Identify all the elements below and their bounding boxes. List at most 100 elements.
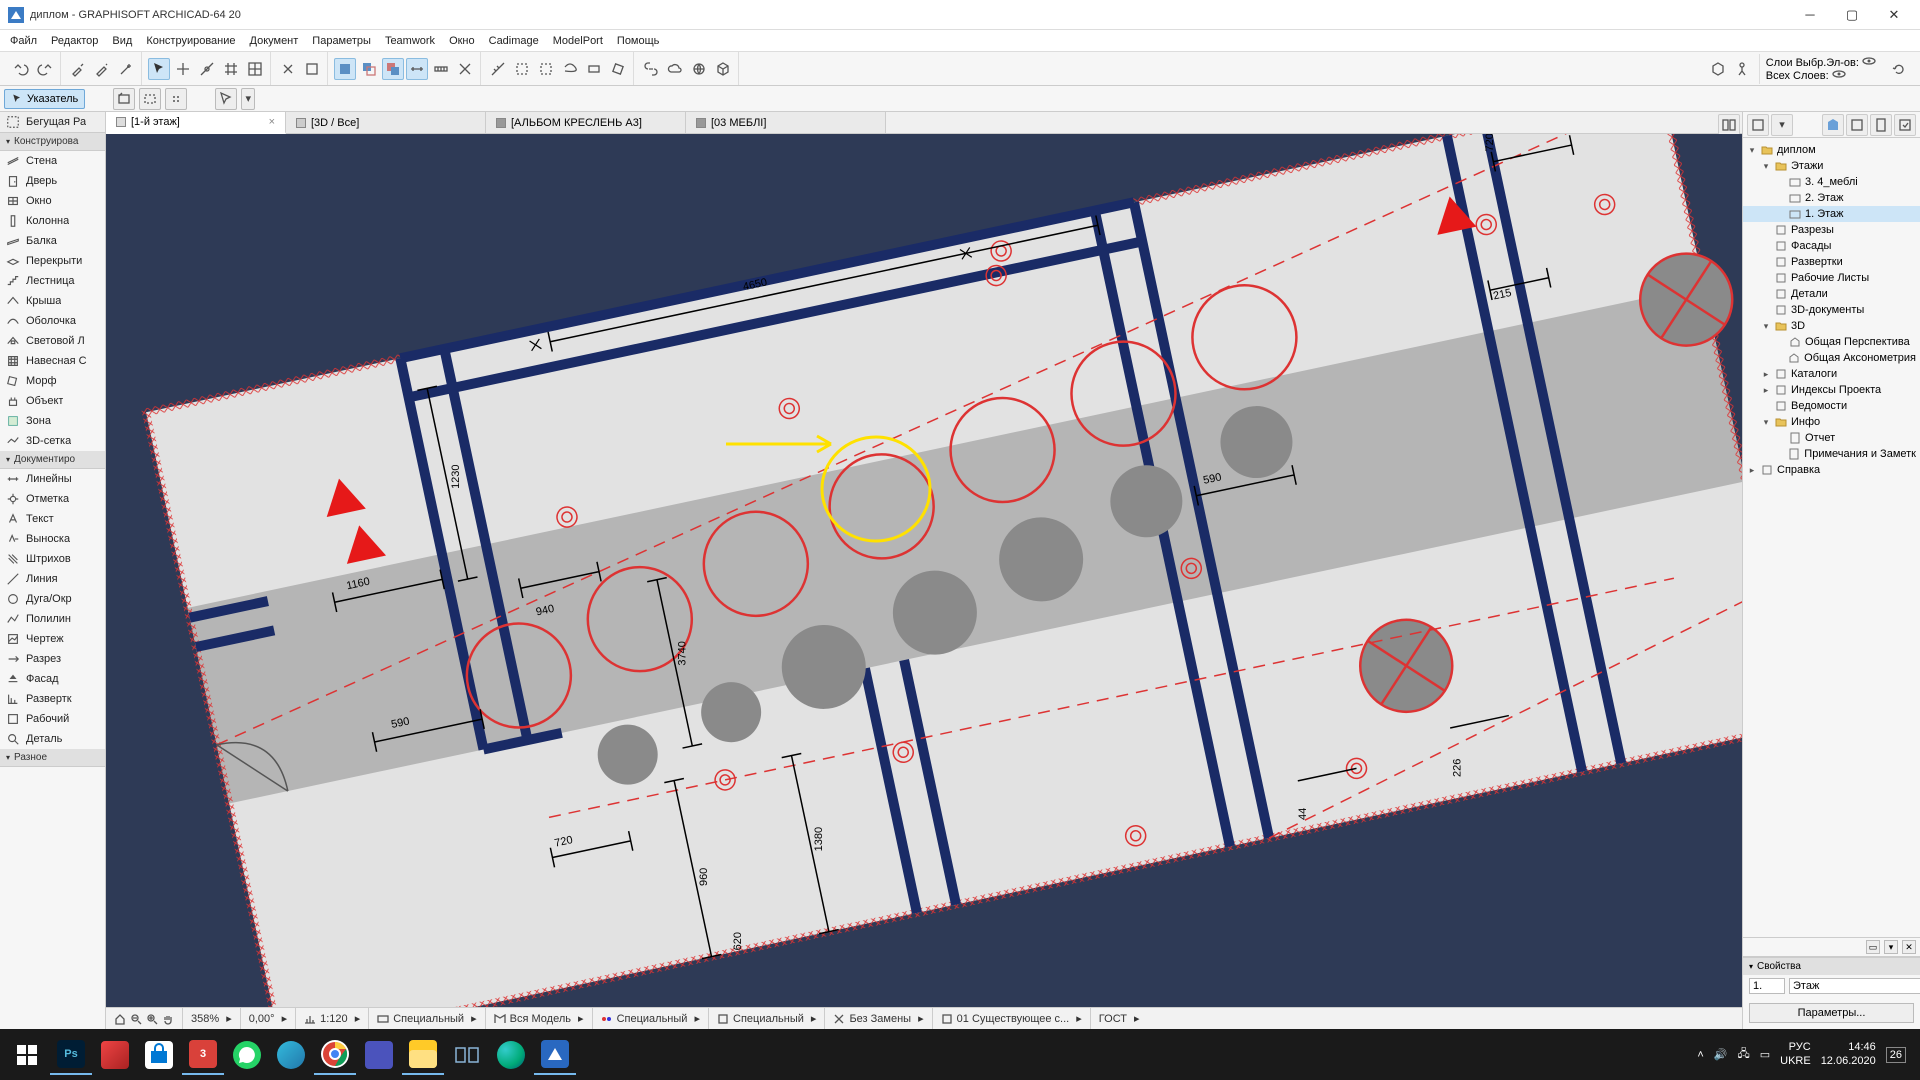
ruler-icon[interactable] xyxy=(430,58,452,80)
grid-icon[interactable] xyxy=(244,58,266,80)
close-tab-icon[interactable]: × xyxy=(269,116,275,128)
3d-view-icon[interactable] xyxy=(1707,58,1729,80)
tool-worksheet[interactable]: Рабочий xyxy=(0,709,105,729)
trace-icon[interactable] xyxy=(301,58,323,80)
tray-clock[interactable]: 14:4612.06.2020 xyxy=(1821,1041,1876,1067)
home-icon[interactable] xyxy=(114,1013,126,1025)
cube-icon[interactable] xyxy=(712,58,734,80)
snap-guide-icon[interactable] xyxy=(172,58,194,80)
zoom-out-icon[interactable] xyxy=(130,1013,142,1025)
ortho-square-icon[interactable] xyxy=(334,58,356,80)
taskbar-app2[interactable] xyxy=(270,1035,312,1075)
rect-icon[interactable] xyxy=(583,58,605,80)
panel-min-icon[interactable]: ▭ xyxy=(1866,940,1880,954)
globe-icon[interactable] xyxy=(688,58,710,80)
maximize-button[interactable]: ▢ xyxy=(1840,7,1864,23)
menu-design[interactable]: Конструирование xyxy=(140,33,241,49)
tool-detail[interactable]: Деталь xyxy=(0,729,105,749)
nav-project-icon[interactable] xyxy=(1822,114,1844,136)
tray-language[interactable]: РУСUKRE xyxy=(1780,1041,1811,1067)
sel-mode-3-icon[interactable] xyxy=(165,88,187,110)
tray-notifications-icon[interactable]: 26 xyxy=(1886,1047,1906,1063)
menu-window[interactable]: Окно xyxy=(443,33,481,49)
taskbar-chrome[interactable] xyxy=(314,1035,356,1075)
tab-3d[interactable]: [3D / Все] xyxy=(286,112,486,133)
rotation-angle[interactable]: 0,00° xyxy=(249,1013,275,1025)
tool-stair[interactable]: Лестница xyxy=(0,271,105,291)
nav-item[interactable]: ▾Инфо xyxy=(1743,414,1920,430)
taskbar-teams[interactable] xyxy=(358,1035,400,1075)
refresh-icon[interactable] xyxy=(1888,58,1910,80)
tab-furniture[interactable]: [03 МЕБЛІ] xyxy=(686,112,886,133)
panel-opts-icon[interactable]: ▾ xyxy=(1884,940,1898,954)
snap-point-icon[interactable] xyxy=(196,58,218,80)
nav-item[interactable]: Отчет xyxy=(1743,430,1920,446)
story-number-input[interactable] xyxy=(1749,978,1785,994)
undo-icon[interactable] xyxy=(10,58,32,80)
tool-door[interactable]: Дверь xyxy=(0,171,105,191)
tool-shell[interactable]: Оболочка xyxy=(0,311,105,331)
taskbar-photoshop[interactable]: Ps xyxy=(50,1035,92,1075)
start-button[interactable] xyxy=(6,1035,48,1075)
panel-close-icon[interactable]: ✕ xyxy=(1902,940,1916,954)
nav-item[interactable]: 3D-документы xyxy=(1743,302,1920,318)
nav-popup-icon[interactable]: ▾ xyxy=(1771,114,1793,136)
link-icon[interactable] xyxy=(640,58,662,80)
taskbar-store[interactable] xyxy=(138,1035,180,1075)
tool-roof[interactable]: Крыша xyxy=(0,291,105,311)
taskbar-sketchup[interactable]: 3 xyxy=(182,1035,224,1075)
magic-wand-icon[interactable] xyxy=(115,58,137,80)
nav-item[interactable]: ▾диплом xyxy=(1743,142,1920,158)
tab-split-icon[interactable] xyxy=(1718,114,1740,136)
nav-item[interactable]: Развертки xyxy=(1743,254,1920,270)
nav-map-icon[interactable] xyxy=(1747,114,1769,136)
menu-file[interactable]: Файл xyxy=(4,33,43,49)
nav-item[interactable]: ▸Каталоги xyxy=(1743,366,1920,382)
menu-view[interactable]: Вид xyxy=(106,33,138,49)
menu-cadimage[interactable]: Cadimage xyxy=(483,33,545,49)
tool-fill[interactable]: Штрихов xyxy=(0,549,105,569)
nav-item[interactable]: Общая Перспектива xyxy=(1743,334,1920,350)
rect-rot-icon[interactable] xyxy=(607,58,629,80)
menu-teamwork[interactable]: Teamwork xyxy=(379,33,441,49)
syringe-icon[interactable] xyxy=(91,58,113,80)
hand-icon[interactable] xyxy=(162,1013,174,1025)
zoom-in-icon[interactable] xyxy=(146,1013,158,1025)
nav-item[interactable]: ▸Справка xyxy=(1743,462,1920,478)
story-name-input[interactable] xyxy=(1789,978,1920,994)
suspend-icon[interactable] xyxy=(277,58,299,80)
tray-volume-icon[interactable]: 🔊 xyxy=(1714,1048,1728,1061)
tool-dimension[interactable]: Линейны xyxy=(0,469,105,489)
measure-icon[interactable] xyxy=(487,58,509,80)
toolbox-group-design[interactable]: Конструирова xyxy=(0,133,105,151)
tool-mesh[interactable]: 3D-сетка xyxy=(0,431,105,451)
nav-item[interactable]: ▾Этажи xyxy=(1743,158,1920,174)
toolbox-group-document[interactable]: Документиро xyxy=(0,451,105,469)
navigator-tree[interactable]: ▾диплом▾Этажи3. 4_меблі2. Этаж1. ЭтажРаз… xyxy=(1743,138,1920,937)
select-box-icon[interactable] xyxy=(535,58,557,80)
nav-item[interactable]: Примечания и Заметк xyxy=(1743,446,1920,462)
drawing-canvas[interactable]: 4650 1230 1160 940 590 3740 590 720 960 … xyxy=(106,134,1742,1029)
close-button[interactable]: ✕ xyxy=(1882,7,1906,23)
sel-mode-1-icon[interactable] xyxy=(113,88,135,110)
nav-item[interactable]: 1. Этаж xyxy=(1743,206,1920,222)
area-icon[interactable] xyxy=(511,58,533,80)
parameters-button[interactable]: Параметры... xyxy=(1749,1003,1914,1023)
tool-morph[interactable]: Морф xyxy=(0,371,105,391)
nav-item[interactable]: Фасады xyxy=(1743,238,1920,254)
tool-arc[interactable]: Дуга/Окр xyxy=(0,589,105,609)
tab-floor1[interactable]: [1-й этаж]× xyxy=(106,112,286,134)
select-lasso-icon[interactable] xyxy=(559,58,581,80)
nav-item[interactable]: ▾3D xyxy=(1743,318,1920,334)
nav-item[interactable]: Рабочие Листы xyxy=(1743,270,1920,286)
tool-skylight[interactable]: Световой Л xyxy=(0,331,105,351)
close-overlay-icon[interactable] xyxy=(454,58,476,80)
menu-help[interactable]: Помощь xyxy=(611,33,666,49)
quick-sel-dd-icon[interactable]: ▾ xyxy=(241,88,255,110)
cloud-icon[interactable] xyxy=(664,58,686,80)
taskbar-edge[interactable] xyxy=(490,1035,532,1075)
zoom-controls[interactable] xyxy=(106,1008,183,1029)
tool-column[interactable]: Колонна xyxy=(0,211,105,231)
menu-modelport[interactable]: ModelPort xyxy=(547,33,609,49)
nav-item[interactable]: ▸Индексы Проекта xyxy=(1743,382,1920,398)
